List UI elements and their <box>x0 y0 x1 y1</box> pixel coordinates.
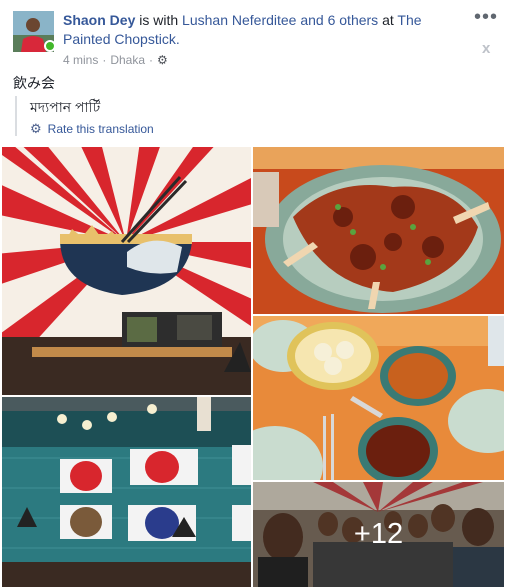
meta-separator: · <box>149 53 154 67</box>
tagged-friends-link[interactable]: Lushan Neferditee and 6 others <box>182 12 378 28</box>
meta-separator: · <box>102 53 107 67</box>
post-options-button[interactable]: ••• <box>474 7 498 27</box>
post-header: Shaon Dey is with Lushan Neferditee and … <box>63 11 443 49</box>
online-status-dot <box>44 40 56 52</box>
location-link[interactable]: Dhaka <box>110 52 145 68</box>
at-text: at <box>378 12 398 28</box>
author-link[interactable]: Shaon Dey <box>63 12 135 28</box>
more-photos-count[interactable]: +12 <box>253 482 504 587</box>
photo-crab-dish[interactable] <box>253 147 504 314</box>
with-text: is with <box>135 12 183 28</box>
post-meta: 4 mins · Dhaka · ⚙ <box>63 52 168 68</box>
translation-text: মদ্যপান পার্টি <box>30 99 101 115</box>
photo-restaurant-wall[interactable] <box>2 147 251 395</box>
photo-group-selfie[interactable]: +12 <box>253 482 504 587</box>
rate-translation-label: Rate this translation <box>47 122 154 136</box>
gear-icon: ⚙ <box>30 121 42 136</box>
post-text: 飲み会 <box>13 75 55 91</box>
photo-dumplings-noodles[interactable] <box>253 316 504 480</box>
timestamp-link[interactable]: 4 mins <box>63 52 98 68</box>
rate-translation-link[interactable]: ⚙ Rate this translation <box>30 121 154 137</box>
feed-post: Shaon Dey is with Lushan Neferditee and … <box>0 0 506 587</box>
photo-mask-wall[interactable] <box>2 397 251 587</box>
gear-icon[interactable]: ⚙ <box>157 52 168 68</box>
translation-block: মদ্যপান পার্টি ⚙ Rate this translation <box>15 96 154 136</box>
close-icon[interactable]: x <box>482 40 490 57</box>
